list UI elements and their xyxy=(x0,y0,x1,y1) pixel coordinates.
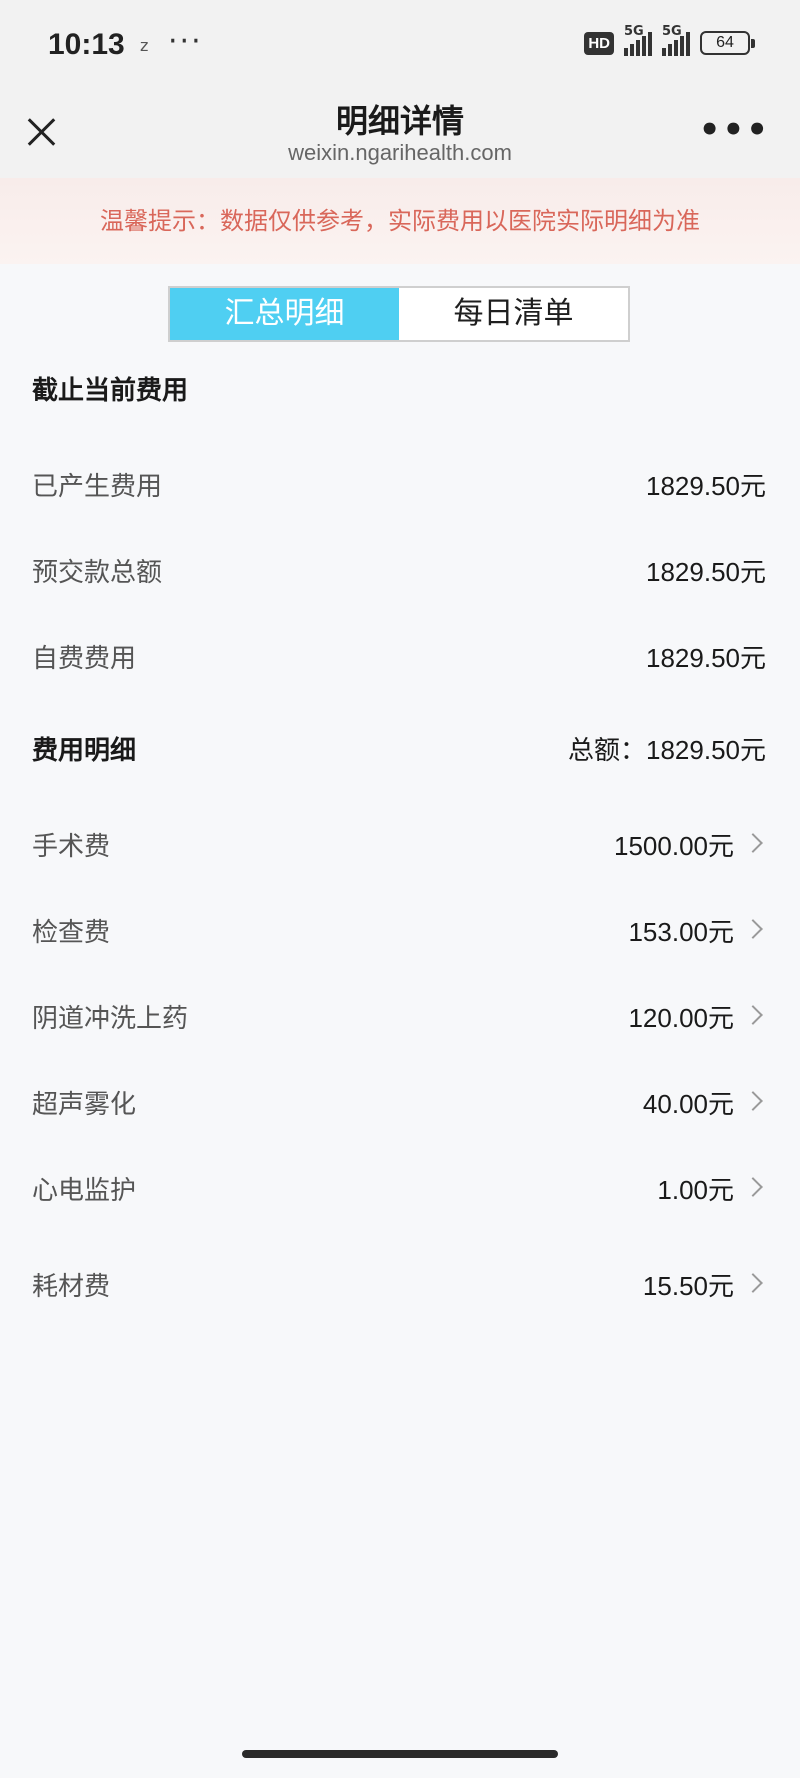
row-label: 自费费用 xyxy=(32,644,137,674)
chevron-right-icon xyxy=(743,1177,763,1197)
chevron-right-icon xyxy=(743,1273,763,1293)
details-total: 总额：1829.50元 xyxy=(568,735,766,765)
details-section-title: 费用明细 xyxy=(32,736,137,766)
status-indicators: HD 5G 5G 64 xyxy=(584,24,755,56)
summary-section-title: 截止当前费用 xyxy=(32,376,189,406)
detail-row-examination[interactable]: 检查费 153.00元 xyxy=(0,900,800,960)
row-label: 心电监护 xyxy=(32,1176,137,1206)
signal-icon-sim1: 5G xyxy=(624,24,652,56)
row-value: 1829.50元 xyxy=(646,557,766,587)
network-type-label: 5G xyxy=(662,24,682,39)
tab-switcher: 汇总明细 每日清单 xyxy=(168,286,630,342)
row-label: 阴道冲洗上药 xyxy=(32,1004,189,1034)
chevron-right-icon xyxy=(743,919,763,939)
row-value: 153.00元 xyxy=(628,917,734,947)
summary-row-incurred: 已产生费用 1829.50元 xyxy=(0,454,800,514)
detail-row-irrigation[interactable]: 阴道冲洗上药 120.00元 xyxy=(0,986,800,1046)
hd-voice-icon: HD xyxy=(584,31,614,55)
row-value: 40.00元 xyxy=(642,1089,734,1119)
detail-row-nebulization[interactable]: 超声雾化 40.00元 xyxy=(0,1072,800,1132)
battery-icon: 64 xyxy=(700,31,755,55)
row-value: 1500.00元 xyxy=(614,831,734,861)
more-notifications-icon: ··· xyxy=(168,24,203,59)
row-label: 耗材费 xyxy=(32,1272,111,1302)
sleep-icon: z xyxy=(140,36,149,55)
detail-row-surgery[interactable]: 手术费 1500.00元 xyxy=(0,814,800,874)
row-value: 120.00元 xyxy=(628,1003,734,1033)
summary-row-self-paid: 自费费用 1829.50元 xyxy=(0,626,800,686)
row-label: 手术费 xyxy=(32,832,111,862)
status-time: 10:13 xyxy=(48,28,125,61)
page-url: weixin.ngarihealth.com xyxy=(288,140,512,165)
row-value: 1.00元 xyxy=(657,1175,734,1205)
page-title: 明细详情 xyxy=(335,102,464,140)
row-value: 15.50元 xyxy=(642,1271,734,1301)
nav-bar: 明细详情 weixin.ngarihealth.com ••• xyxy=(0,96,800,178)
chevron-right-icon xyxy=(743,1091,763,1111)
status-bar: 10:13 z ··· HD 5G 5G 64 xyxy=(0,0,800,96)
row-label: 超声雾化 xyxy=(32,1090,137,1120)
row-label: 检查费 xyxy=(32,918,111,948)
tab-daily-list[interactable]: 每日清单 xyxy=(399,288,628,340)
more-options-icon[interactable]: ••• xyxy=(699,110,770,150)
row-label: 已产生费用 xyxy=(32,472,163,502)
notice-banner: 温馨提示：数据仅供参考，实际费用以医院实际明细为准 xyxy=(0,178,800,264)
tab-summary[interactable]: 汇总明细 xyxy=(170,288,399,340)
detail-row-ecg[interactable]: 心电监护 1.00元 xyxy=(0,1158,800,1218)
detail-row-consumables[interactable]: 耗材费 15.50元 xyxy=(0,1254,800,1314)
network-type-label: 5G xyxy=(624,24,644,39)
row-value: 1829.50元 xyxy=(646,643,766,673)
chevron-right-icon xyxy=(743,833,763,853)
row-label: 预交款总额 xyxy=(32,558,163,588)
signal-icon-sim2: 5G xyxy=(662,24,690,56)
home-indicator[interactable] xyxy=(242,1750,558,1758)
summary-row-prepaid: 预交款总额 1829.50元 xyxy=(0,540,800,600)
row-value: 1829.50元 xyxy=(646,471,766,501)
chevron-right-icon xyxy=(743,1005,763,1025)
